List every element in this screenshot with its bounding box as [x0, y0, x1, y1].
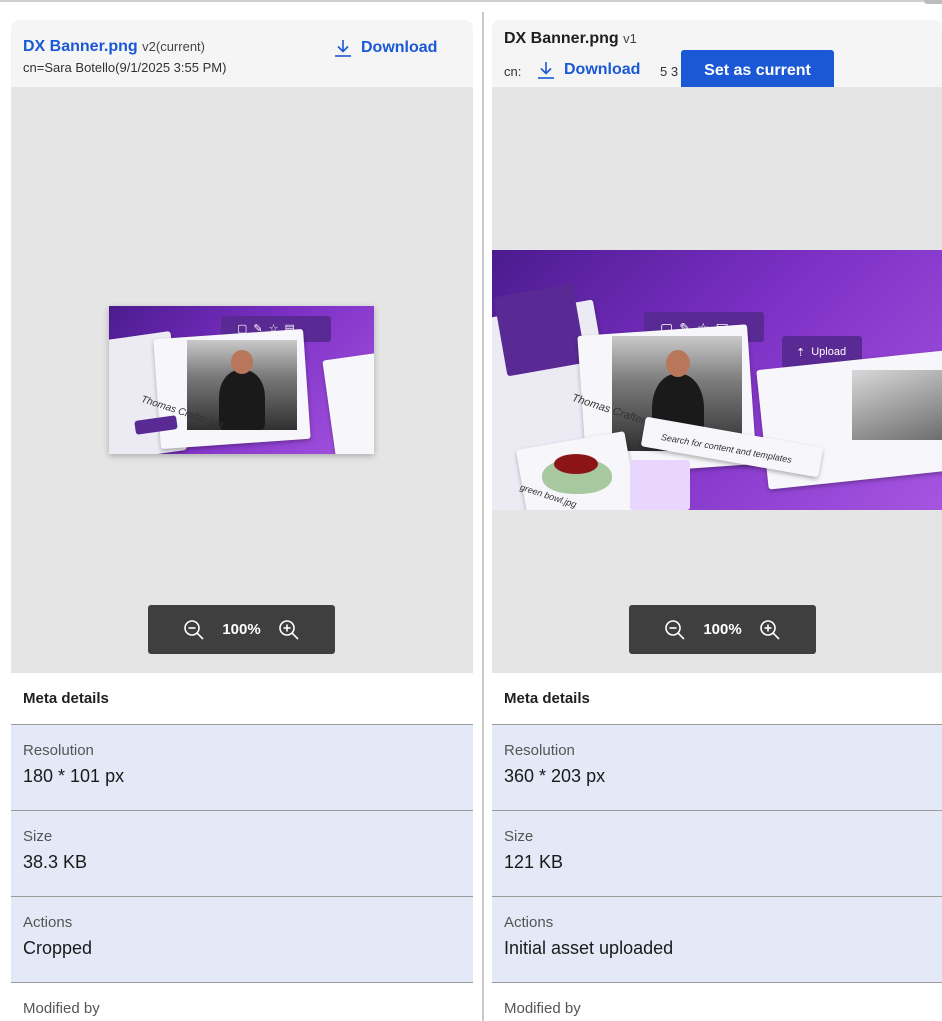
meta-label: Modified by [23, 1000, 100, 1017]
meta-label: Size [504, 828, 534, 845]
meta-label: Resolution [504, 742, 575, 759]
version-header: DX Banner.png v2(current) cn=Sara Botell… [11, 20, 473, 87]
meta-row-actions: Actions Cropped [11, 897, 473, 983]
file-name: DX Banner.png [504, 30, 619, 47]
panel-divider[interactable] [482, 12, 484, 1021]
meta-value: 38.3 KB [23, 852, 88, 872]
preview-right-card [322, 352, 374, 454]
zoom-controls: 100% [629, 605, 816, 654]
image-preview: ▢✎☆▤ Thomas Crafter.jpg [109, 306, 374, 454]
download-icon [335, 40, 351, 57]
zoom-out-icon [665, 619, 685, 640]
zoom-level: 100% [703, 621, 742, 638]
set-as-current-button[interactable]: Set as current [681, 50, 834, 87]
image-viewer[interactable]: ▢✎☆▤ Thomas Crafter.jpg ⇡Upload Search f… [492, 87, 942, 673]
window-corner [924, 0, 942, 4]
zoom-out-button[interactable] [661, 616, 689, 644]
version-label: v2(current) [142, 39, 205, 54]
version-panel-previous: DX Banner.png v1 cn: 5 3 Download Set as… [492, 20, 942, 1021]
author-line: cn=Sara Botello(9/1/2025 3:55 PM) [23, 60, 227, 75]
zoom-in-button[interactable] [756, 616, 784, 644]
meta-row-size: Size 38.3 KB [11, 811, 473, 897]
preview-desk-photo [852, 370, 942, 440]
preview-person-head [231, 350, 253, 374]
meta-details: Meta details Resolution 360 * 203 px Siz… [492, 673, 942, 1021]
preview-fruit [554, 454, 598, 474]
author-line-tail: 5 3 [660, 64, 678, 79]
meta-label: Resolution [23, 742, 94, 759]
meta-label: Modified by [504, 1000, 581, 1017]
top-border [0, 0, 942, 2]
meta-value: 180 * 101 px [23, 766, 125, 786]
preview-person-head [666, 350, 690, 377]
download-label: Download [361, 39, 438, 56]
file-name-link[interactable]: DX Banner.png [23, 38, 138, 55]
meta-value: 360 * 203 px [504, 766, 606, 786]
preview-nav-card [493, 283, 587, 377]
zoom-out-icon [184, 619, 204, 640]
download-button[interactable]: Download [534, 58, 643, 82]
image-viewer[interactable]: ▢✎☆▤ Thomas Crafter.jpg 100% [11, 87, 473, 673]
meta-row-resolution: Resolution 180 * 101 px [11, 725, 473, 811]
meta-row-modified-by: Modified by [11, 983, 473, 1021]
download-label: Download [564, 61, 641, 78]
zoom-in-button[interactable] [275, 616, 303, 644]
meta-row-resolution: Resolution 360 * 203 px [492, 725, 942, 811]
meta-label: Actions [504, 914, 554, 931]
preview-upload-text: Upload [811, 346, 847, 358]
meta-row-modified-by: Modified by [492, 983, 942, 1021]
version-header: DX Banner.png v1 cn: 5 3 Download Set as… [492, 20, 942, 87]
download-button[interactable]: Download [333, 38, 437, 58]
zoom-controls: 100% [148, 605, 335, 654]
version-panel-current: DX Banner.png v2(current) cn=Sara Botell… [11, 20, 473, 1021]
zoom-in-icon [759, 619, 780, 640]
zoom-level: 100% [222, 621, 261, 638]
meta-label: Size [23, 828, 53, 845]
meta-value: Initial asset uploaded [504, 938, 674, 958]
meta-value: 121 KB [504, 852, 564, 872]
meta-details-title: Meta details [11, 673, 473, 725]
version-title: DX Banner.png v1 [504, 30, 637, 48]
download-icon [538, 62, 554, 79]
image-preview: ▢✎☆▤ Thomas Crafter.jpg ⇡Upload Search f… [492, 250, 942, 510]
version-label: v1 [623, 31, 637, 46]
meta-details-title: Meta details [492, 673, 942, 725]
meta-row-size: Size 121 KB [492, 811, 942, 897]
zoom-out-button[interactable] [180, 616, 208, 644]
meta-label: Actions [23, 914, 73, 931]
meta-value: Cropped [23, 938, 93, 958]
version-title: DX Banner.png v2(current) [23, 38, 205, 56]
preview-person [219, 370, 265, 430]
meta-row-actions: Actions Initial asset uploaded [492, 897, 942, 983]
meta-details: Meta details Resolution 180 * 101 px Siz… [11, 673, 473, 1021]
preview-tile [630, 460, 690, 510]
preview-upload-label: ⇡ Upload [796, 346, 847, 359]
zoom-in-icon [278, 619, 299, 640]
